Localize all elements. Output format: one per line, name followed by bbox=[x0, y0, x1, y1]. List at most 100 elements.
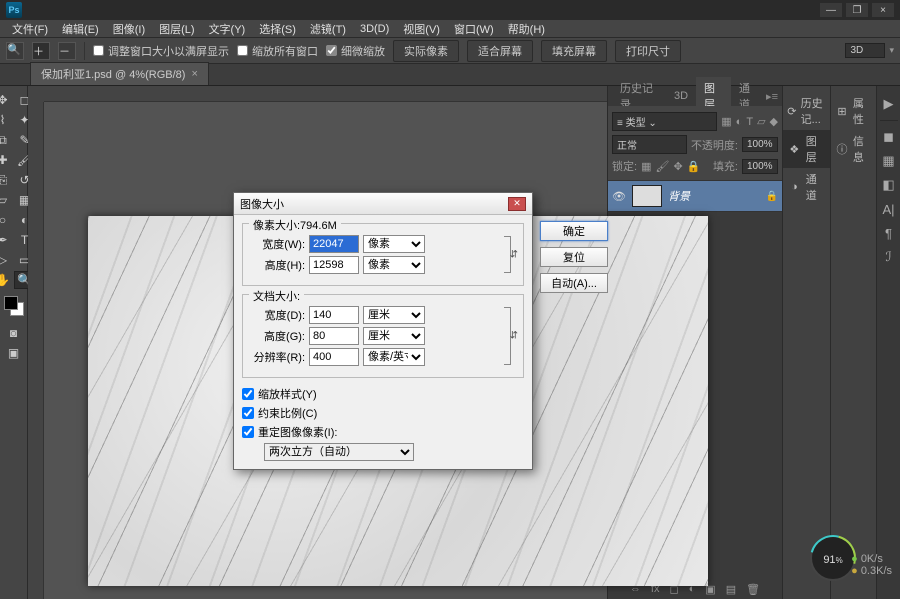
brushes-icon[interactable]: ℐ bbox=[880, 248, 898, 266]
healing-tool[interactable]: ✚ bbox=[0, 151, 14, 169]
app-logo: Ps bbox=[6, 2, 22, 18]
all-windows-checkbox[interactable]: 缩放所有窗口 bbox=[237, 43, 318, 59]
link-icon[interactable]: ⇵ bbox=[510, 249, 518, 260]
scrubby-zoom-checkbox[interactable]: 细微缩放 bbox=[326, 43, 385, 59]
menu-3d[interactable]: 3D(D) bbox=[354, 21, 395, 37]
layer-name[interactable]: 背景 bbox=[668, 188, 760, 204]
menu-window[interactable]: 窗口(W) bbox=[448, 19, 500, 39]
canvas-area[interactable]: 图像大小 ✕ 确定 复位 自动(A)... 像素大小:794.6M 宽度(W): bbox=[28, 86, 607, 599]
fill-input[interactable]: 100% bbox=[742, 159, 778, 174]
path-tool[interactable]: ▷ bbox=[0, 251, 14, 269]
history-panel-button[interactable]: ⟳历史记... bbox=[783, 92, 830, 130]
layer-row-background[interactable]: 👁 背景 🔒 bbox=[608, 180, 782, 212]
window-minimize-button[interactable]: — bbox=[820, 3, 842, 17]
menu-type[interactable]: 文字(Y) bbox=[203, 19, 252, 39]
filter-img-icon[interactable]: ▦ bbox=[721, 115, 731, 128]
fit-window-checkbox[interactable]: 调整窗口大小以满屏显示 bbox=[93, 43, 229, 59]
styles-icon[interactable]: A| bbox=[880, 200, 898, 218]
menu-image[interactable]: 图像(I) bbox=[107, 19, 151, 39]
layers-panel-button[interactable]: ❖图层 bbox=[783, 130, 830, 168]
filter-shape-icon[interactable]: ▱ bbox=[757, 115, 765, 128]
height-input[interactable] bbox=[309, 256, 359, 274]
height-unit-select[interactable]: 像素 bbox=[363, 256, 425, 274]
width-input[interactable] bbox=[309, 235, 359, 253]
filter-smart-icon[interactable]: ◆ bbox=[770, 115, 778, 128]
move-tool[interactable]: ✥ bbox=[0, 91, 14, 109]
doc-width-input[interactable] bbox=[309, 306, 359, 324]
fill-screen-button[interactable]: 填充屏幕 bbox=[541, 40, 607, 62]
ruler-horizontal[interactable] bbox=[44, 86, 607, 102]
paragraph-icon[interactable]: ¶ bbox=[880, 224, 898, 242]
filter-type-icon[interactable]: T bbox=[746, 116, 753, 128]
performance-widget[interactable]: 91% bbox=[810, 535, 856, 581]
filter-adj-icon[interactable]: ◐ bbox=[736, 116, 743, 128]
screen-mode-icon[interactable]: ▣ bbox=[3, 344, 25, 362]
menu-edit[interactable]: 编辑(E) bbox=[56, 19, 105, 39]
workspace-selector[interactable]: 3D bbox=[845, 43, 885, 58]
color-swatch[interactable] bbox=[4, 296, 24, 316]
resample-method-select[interactable]: 两次立方（自动） bbox=[264, 443, 414, 461]
zoom-in-icon[interactable]: ＋ bbox=[32, 42, 50, 60]
layer-thumbnail[interactable] bbox=[632, 185, 662, 207]
width-unit-select[interactable]: 像素 bbox=[363, 235, 425, 253]
menu-file[interactable]: 文件(F) bbox=[6, 19, 54, 39]
adjustments-icon[interactable]: ◧ bbox=[880, 176, 898, 194]
doc-link-icon[interactable]: ⇵ bbox=[510, 331, 518, 342]
layer-filter-select[interactable]: ≡ 类型 ⌄ bbox=[612, 112, 717, 131]
resolution-unit-select[interactable]: 像素/英寸 bbox=[363, 348, 425, 366]
swatches-icon[interactable]: ▦ bbox=[880, 152, 898, 170]
fit-screen-button[interactable]: 适合屏幕 bbox=[467, 40, 533, 62]
document-tab[interactable]: 保加利亚1.psd @ 4%(RGB/8) × bbox=[30, 62, 209, 85]
ruler-vertical[interactable] bbox=[28, 102, 44, 599]
quick-mask-icon[interactable]: ◙ bbox=[3, 324, 25, 342]
blur-tool[interactable]: ○ bbox=[0, 211, 14, 229]
doc-height-unit-select[interactable]: 厘米 bbox=[363, 327, 425, 345]
blend-mode-select[interactable]: 正常 bbox=[612, 135, 687, 154]
document-tab-close-icon[interactable]: × bbox=[191, 68, 197, 80]
doc-height-input[interactable] bbox=[309, 327, 359, 345]
layer-lock-icon[interactable]: 🔒 bbox=[766, 191, 778, 202]
layer-visibility-icon[interactable]: 👁 bbox=[612, 190, 626, 203]
channels-panel-button[interactable]: ◑通道 bbox=[783, 168, 830, 206]
crop-tool[interactable]: ⧉ bbox=[0, 131, 14, 149]
stamp-tool[interactable]: ⎘ bbox=[0, 171, 14, 189]
hand-tool[interactable]: ✋ bbox=[0, 271, 14, 289]
opacity-input[interactable]: 100% bbox=[742, 137, 778, 152]
scale-styles-checkbox[interactable] bbox=[242, 388, 254, 400]
zoom-tool-icon[interactable]: 🔍 bbox=[6, 42, 24, 60]
resample-checkbox[interactable] bbox=[242, 426, 254, 438]
dialog-close-button[interactable]: ✕ bbox=[508, 197, 526, 211]
resolution-input[interactable] bbox=[309, 348, 359, 366]
lock-pixel-icon[interactable]: 🖌 bbox=[655, 160, 669, 173]
menu-view[interactable]: 视图(V) bbox=[397, 19, 446, 39]
menu-help[interactable]: 帮助(H) bbox=[502, 19, 551, 39]
new-layer-icon[interactable]: ▤ bbox=[726, 583, 736, 596]
reset-button[interactable]: 复位 bbox=[540, 247, 608, 267]
lock-trans-icon[interactable]: ▦ bbox=[641, 160, 651, 173]
color-icon[interactable]: ◼ bbox=[880, 128, 898, 146]
menu-layer[interactable]: 图层(L) bbox=[153, 19, 200, 39]
print-size-button[interactable]: 打印尺寸 bbox=[615, 40, 681, 62]
window-maximize-button[interactable]: ❐ bbox=[846, 3, 868, 17]
delete-layer-icon[interactable]: 🗑 bbox=[746, 583, 760, 596]
doc-width-unit-select[interactable]: 厘米 bbox=[363, 306, 425, 324]
constrain-checkbox[interactable] bbox=[242, 407, 254, 419]
lasso-tool[interactable]: ⌇ bbox=[0, 111, 14, 129]
pen-tool[interactable]: ✒ bbox=[0, 231, 14, 249]
info-panel-button[interactable]: ⓘ信息 bbox=[831, 130, 876, 168]
auto-button[interactable]: 自动(A)... bbox=[540, 273, 608, 293]
window-close-button[interactable]: × bbox=[872, 3, 894, 17]
3d-tab[interactable]: 3D bbox=[666, 87, 696, 105]
actual-pixels-button[interactable]: 实际像素 bbox=[393, 40, 459, 62]
zoom-out-icon[interactable]: － bbox=[58, 42, 76, 60]
lock-pos-icon[interactable]: ✥ bbox=[673, 160, 682, 173]
eraser-tool[interactable]: ▱ bbox=[0, 191, 14, 209]
menu-select[interactable]: 选择(S) bbox=[253, 19, 302, 39]
ok-button[interactable]: 确定 bbox=[540, 221, 608, 241]
play-icon[interactable]: ▶ bbox=[880, 95, 898, 113]
menu-filter[interactable]: 滤镜(T) bbox=[304, 19, 352, 39]
width-label: 宽度(W): bbox=[251, 236, 305, 252]
properties-panel-button[interactable]: ⊞属性 bbox=[831, 92, 876, 130]
lock-all-icon[interactable]: 🔒 bbox=[687, 160, 701, 173]
panel-menu-icon[interactable]: ▸≡ bbox=[766, 90, 782, 103]
